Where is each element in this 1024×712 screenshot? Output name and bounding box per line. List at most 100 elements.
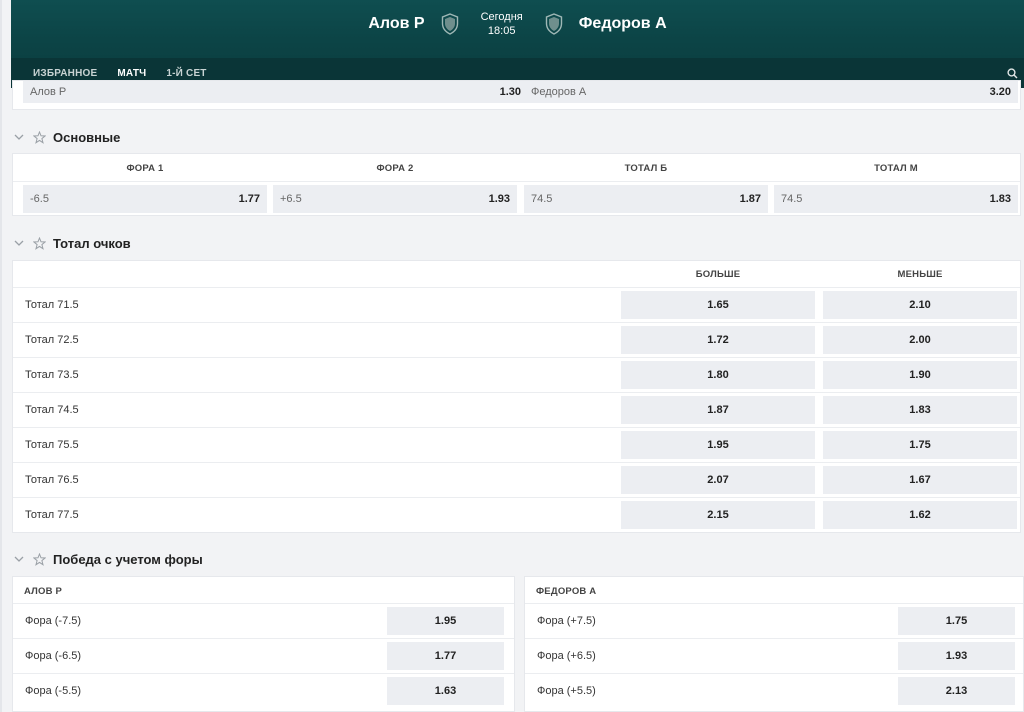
- odd-value: 1.93: [488, 193, 510, 205]
- match-date-text: Сегодня: [480, 11, 523, 23]
- column-header-away: ФЕДОРОВ А: [536, 586, 597, 597]
- totals-card: БОЛЬШЕ МЕНЬШЕ Тотал 71.5 1.65 2.10 Тотал 72…: [12, 260, 1021, 533]
- odd-button[interactable]: 1.63: [387, 677, 504, 705]
- odd-label: -6.5: [30, 193, 49, 205]
- column-header-under: МЕНЬШЕ: [897, 269, 943, 280]
- odd-button[interactable]: -6.5 1.77: [23, 185, 267, 213]
- star-icon[interactable]: [33, 236, 46, 250]
- odd-button-under[interactable]: 1.67: [823, 466, 1017, 494]
- handicap-row-label: Фора (+5.5): [537, 685, 596, 697]
- match-time-text: 18:05: [487, 25, 516, 37]
- divider: [13, 638, 514, 639]
- odd-value: 1.87: [739, 193, 761, 205]
- star-icon[interactable]: [33, 552, 46, 566]
- section-main-header[interactable]: Основные: [14, 128, 120, 146]
- odd-button-over[interactable]: 1.95: [621, 431, 815, 459]
- odd-value: 1.72: [707, 334, 729, 346]
- handicap-row-label: Фора (-6.5): [25, 650, 82, 662]
- odd-value: 1.62: [909, 509, 931, 521]
- total-row-label: Тотал 75.5: [25, 439, 79, 451]
- odd-label: 74.5: [781, 193, 803, 205]
- total-row-label: Тотал 74.5: [25, 404, 79, 416]
- odd-button-under[interactable]: 1.75: [823, 431, 1017, 459]
- handicap-row-label: Фора (-7.5): [25, 615, 82, 627]
- odd-value: 3.20: [989, 86, 1011, 98]
- column-header: ТОТАЛ М: [874, 163, 918, 174]
- divider: [13, 497, 1020, 498]
- odd-value: 1.83: [989, 193, 1011, 205]
- odd-value: 1.75: [945, 615, 968, 627]
- winner-home-odd[interactable]: Алов Р 1.30: [23, 81, 528, 103]
- odd-label: +6.5: [280, 193, 302, 205]
- handicap-row-label: Фора (+7.5): [537, 615, 596, 627]
- total-row-label: Тотал 77.5: [25, 509, 79, 521]
- odd-button[interactable]: 1.77: [387, 642, 504, 670]
- odd-value: 1.77: [238, 193, 260, 205]
- star-icon[interactable]: [33, 130, 46, 144]
- divider: [13, 357, 1020, 358]
- handicap-right-card: ФЕДОРОВ А Фора (+7.5) 1.75 Фора (+6.5) 1.93…: [524, 576, 1024, 712]
- odd-value: 1.95: [707, 439, 729, 451]
- odd-value: 1.95: [434, 615, 457, 627]
- shield-icon: [545, 13, 562, 35]
- section-title: Основные: [53, 129, 121, 145]
- divider: [13, 462, 1020, 463]
- odd-button[interactable]: 1.93: [898, 642, 1015, 670]
- odd-value: 2.10: [909, 299, 931, 311]
- section-totals-header[interactable]: Тотал очков: [14, 234, 131, 252]
- odd-button-under[interactable]: 1.83: [823, 396, 1017, 424]
- home-team-name[interactable]: Алов Р: [368, 15, 424, 33]
- odd-button-over[interactable]: 2.07: [621, 466, 815, 494]
- main-markets-card: ФОРА 1 ФОРА 2 ТОТАЛ Б ТОТАЛ М -6.5 1.77 …: [12, 153, 1021, 216]
- odd-value: 2.15: [707, 509, 729, 521]
- column-header: ФОРА 2: [376, 163, 414, 174]
- odd-label: Федоров А: [531, 86, 587, 98]
- odd-button-over[interactable]: 1.87: [621, 396, 815, 424]
- odd-value: 1.80: [707, 369, 729, 381]
- total-row-label: Тотал 71.5: [25, 299, 79, 311]
- odd-button[interactable]: 74.5 1.83: [774, 185, 1018, 213]
- odd-value: 1.65: [707, 299, 729, 311]
- odd-button-under[interactable]: 2.00: [823, 326, 1017, 354]
- odd-value: 2.00: [909, 334, 931, 346]
- divider: [13, 603, 514, 604]
- divider: [13, 287, 1020, 288]
- odd-value: 2.13: [945, 685, 968, 697]
- column-header: ФОРА 1: [126, 163, 164, 174]
- section-handicap-header[interactable]: Победа с учетом форы: [14, 550, 203, 568]
- total-row-label: Тотал 73.5: [25, 369, 79, 381]
- odd-button[interactable]: 2.13: [898, 677, 1015, 705]
- column-header: ТОТАЛ Б: [624, 163, 668, 174]
- odd-button-under[interactable]: 1.90: [823, 361, 1017, 389]
- odd-value: 1.77: [434, 650, 457, 662]
- odd-value: 1.75: [909, 439, 931, 451]
- away-team-name[interactable]: Федоров А: [579, 15, 667, 33]
- odd-button-under[interactable]: 1.62: [823, 501, 1017, 529]
- search-icon: [1006, 67, 1018, 79]
- odd-button-over[interactable]: 1.80: [621, 361, 815, 389]
- odd-button[interactable]: 1.75: [898, 607, 1015, 635]
- odd-label: Алов Р: [30, 86, 67, 98]
- divider: [13, 427, 1020, 428]
- odd-button-over[interactable]: 1.72: [621, 326, 815, 354]
- total-row-label: Тотал 72.5: [25, 334, 79, 346]
- section-title: Победа с учетом форы: [53, 551, 203, 567]
- winner-away-odd[interactable]: Федоров А 3.20: [524, 81, 1018, 103]
- odd-value: 1.30: [499, 86, 521, 98]
- odd-button[interactable]: 1.95: [387, 607, 504, 635]
- match-info: Алов Р Сегодня 18:05 Федоров А: [11, 8, 1024, 40]
- odd-button-over[interactable]: 2.15: [621, 501, 815, 529]
- odd-button-under[interactable]: 2.10: [823, 291, 1017, 319]
- column-header-over: БОЛЬШЕ: [695, 269, 741, 280]
- odd-button[interactable]: 74.5 1.87: [524, 185, 768, 213]
- chevron-down-icon: [14, 240, 26, 246]
- odd-button[interactable]: +6.5 1.93: [273, 185, 517, 213]
- column-header-home: АЛОВ Р: [24, 586, 63, 597]
- divider: [525, 603, 1023, 604]
- odd-value: 1.67: [909, 474, 931, 486]
- divider: [13, 322, 1020, 323]
- divider: [13, 181, 1020, 182]
- odd-value: 1.90: [909, 369, 931, 381]
- odd-button-over[interactable]: 1.65: [621, 291, 815, 319]
- odd-value: 1.83: [909, 404, 931, 416]
